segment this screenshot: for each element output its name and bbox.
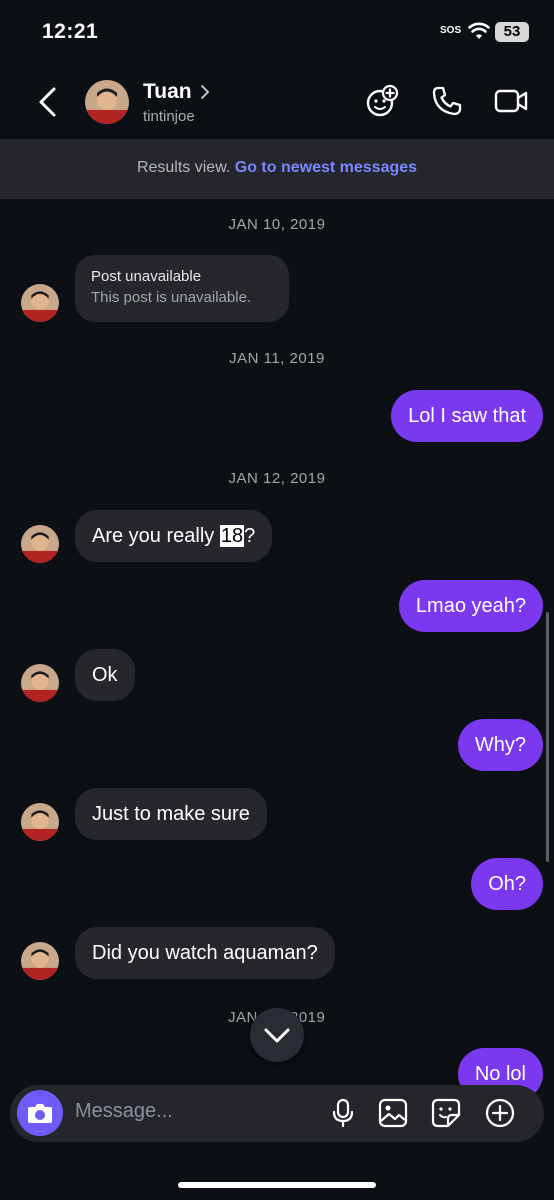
status-time: 12:21	[42, 20, 99, 43]
microphone-icon[interactable]	[327, 1097, 359, 1129]
sender-avatar	[21, 664, 59, 702]
add-plus-icon[interactable]	[484, 1097, 516, 1129]
sender-avatar	[21, 525, 59, 563]
back-arrow-icon[interactable]	[36, 86, 60, 118]
sent-message[interactable]: Why?	[457, 719, 543, 771]
home-indicator	[178, 1182, 376, 1188]
post-subtitle: This post is unavailable.	[91, 289, 252, 306]
results-view-label: Results view.	[136, 159, 235, 176]
camera-icon	[28, 1104, 52, 1123]
message-text: ?	[244, 525, 256, 547]
received-message[interactable]: Ok	[75, 649, 135, 701]
go-to-newest-link[interactable]: Go to newest messages	[235, 159, 417, 176]
contact-username: tintinjoe	[143, 108, 195, 125]
message-text: Are you really	[92, 525, 220, 547]
unavailable-post-bubble[interactable]: Post unavailable This post is unavailabl…	[75, 255, 289, 322]
sender-avatar	[21, 942, 59, 980]
gallery-icon[interactable]	[377, 1097, 409, 1129]
sent-message[interactable]: Lol I saw that	[391, 390, 543, 442]
highlighted-search-match: 18	[219, 525, 245, 547]
chevron-right-icon[interactable]	[199, 84, 211, 100]
sender-avatar	[21, 803, 59, 841]
received-message[interactable]: Just to make sure	[75, 788, 267, 840]
received-message[interactable]: Did you watch aquaman?	[75, 927, 335, 979]
add-sticker-face-icon[interactable]	[365, 84, 399, 118]
results-view-banner: Results view. Go to newest messages	[0, 139, 554, 199]
contact-name[interactable]: Tuan	[143, 80, 192, 104]
video-call-icon[interactable]	[494, 84, 528, 118]
received-message[interactable]: Are you really 18?	[75, 510, 273, 562]
wifi-icon	[468, 22, 490, 39]
date-separator: JAN 10, 2019	[228, 216, 326, 233]
sent-message[interactable]: Lmao yeah?	[398, 580, 543, 632]
date-separator: JAN 11, 2019	[229, 350, 325, 367]
chevron-down-icon	[264, 1028, 290, 1043]
sticker-icon[interactable]	[430, 1097, 462, 1129]
sender-avatar	[21, 284, 59, 322]
battery-indicator: 53	[495, 22, 529, 42]
contact-avatar[interactable]	[85, 80, 129, 124]
sent-message[interactable]: Oh?	[471, 858, 543, 910]
phone-icon[interactable]	[430, 84, 464, 118]
camera-button[interactable]	[17, 1090, 63, 1136]
scrollbar[interactable]	[546, 612, 549, 862]
sos-indicator: SOS	[440, 25, 462, 36]
date-separator: JAN 12, 2019	[228, 470, 326, 487]
post-title: Post unavailable	[91, 268, 202, 285]
message-input[interactable]: Message...	[75, 1100, 173, 1123]
scroll-to-bottom-button[interactable]	[250, 1008, 304, 1062]
